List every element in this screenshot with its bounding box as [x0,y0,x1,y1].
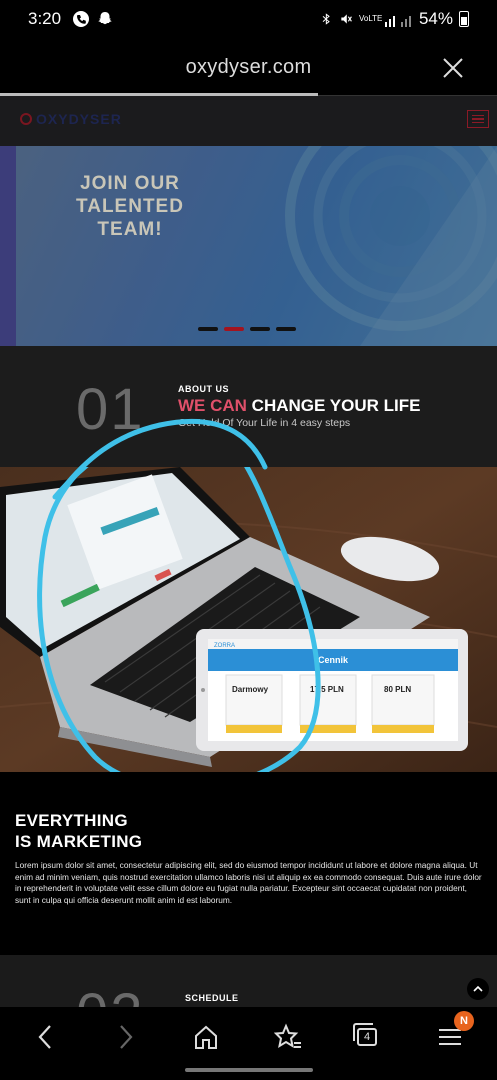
close-icon[interactable] [441,56,465,80]
section-label: ABOUT US [178,384,229,394]
menu-button[interactable]: N [430,1011,474,1057]
forward-icon [120,1025,133,1049]
network-label: VoLTE [358,14,383,23]
back-button[interactable] [26,1017,66,1057]
marketing-title-line: EVERYTHING [15,811,128,830]
hero-title-line: TEAM! [97,219,163,240]
logo-mark-icon [20,113,32,125]
home-icon [195,1025,217,1049]
slider-dot[interactable] [198,327,218,331]
hero-slider[interactable]: JOIN OUR TALENTED TEAM! [0,146,497,346]
tablet-plan-label: Darmowy [232,685,269,694]
phone-icon [73,11,89,27]
tabs-button[interactable]: 4 [348,1017,388,1057]
menu-icon [439,1029,461,1045]
chevron-up-icon [473,985,483,992]
battery-icon [459,11,469,27]
signal-icon [384,16,411,27]
status-bar: 3:20 VoLTE 54% [0,0,497,40]
bookmark-add-icon [274,1023,301,1049]
hero-title-line: TALENTED [76,196,184,217]
site-header: OXYDYSER [0,96,497,146]
tabs-count: 4 [357,1028,377,1046]
hero-title: JOIN OUR TALENTED TEAM! [70,172,190,241]
browser-bottom-nav: 4 N [0,1007,497,1080]
url-bar: oxydyser.com [0,40,497,96]
home-indicator[interactable] [185,1068,313,1072]
tablet-price-1: 17,5 PLN [310,685,344,694]
annotation-scribble-top [59,418,268,493]
slider-dot[interactable] [250,327,270,331]
hero-title-line: JOIN OUR [80,173,180,194]
section-number: 02 [76,981,145,1007]
status-left-icons [72,10,114,28]
marketing-body: Lorem ipsum dolor sit amet, consectetur … [15,860,482,905]
mute-icon [341,14,352,24]
status-right: VoLTE 54% [321,9,469,29]
hamburger-icon[interactable] [467,110,489,128]
home-button[interactable] [186,1017,226,1057]
tablet-price-2: 80 PLN [384,685,411,694]
site-logo[interactable]: OXYDYSER [20,108,122,130]
logo-text: OXYDYSER [36,111,122,127]
bluetooth-icon [322,13,330,25]
scroll-to-top-button[interactable] [467,978,489,1000]
add-bookmark-button[interactable] [268,1017,308,1057]
hero-side-strip [0,146,16,346]
section-label: SCHEDULE [185,993,239,1003]
marketing-title-line: IS MARKETING [15,832,143,851]
snapchat-icon [98,12,112,25]
slider-dot[interactable] [276,327,296,331]
forward-button[interactable] [105,1017,145,1057]
notification-badge: N [454,1011,474,1031]
slider-dots [198,327,296,331]
tablet-brand: ZORRA [214,643,235,649]
url-text[interactable]: oxydyser.com [0,56,497,79]
schedule-section: 02 SCHEDULE [0,955,497,1007]
status-time: 3:20 [28,9,62,28]
tablet-heading: Cennik [318,655,349,665]
back-icon [38,1025,51,1049]
slider-dot[interactable] [224,327,244,331]
marketing-section: EVERYTHING IS MARKETING Lorem ipsum dolo… [0,772,497,955]
battery-percent: 54% [418,9,453,28]
marketing-title: EVERYTHING IS MARKETING [15,810,142,852]
